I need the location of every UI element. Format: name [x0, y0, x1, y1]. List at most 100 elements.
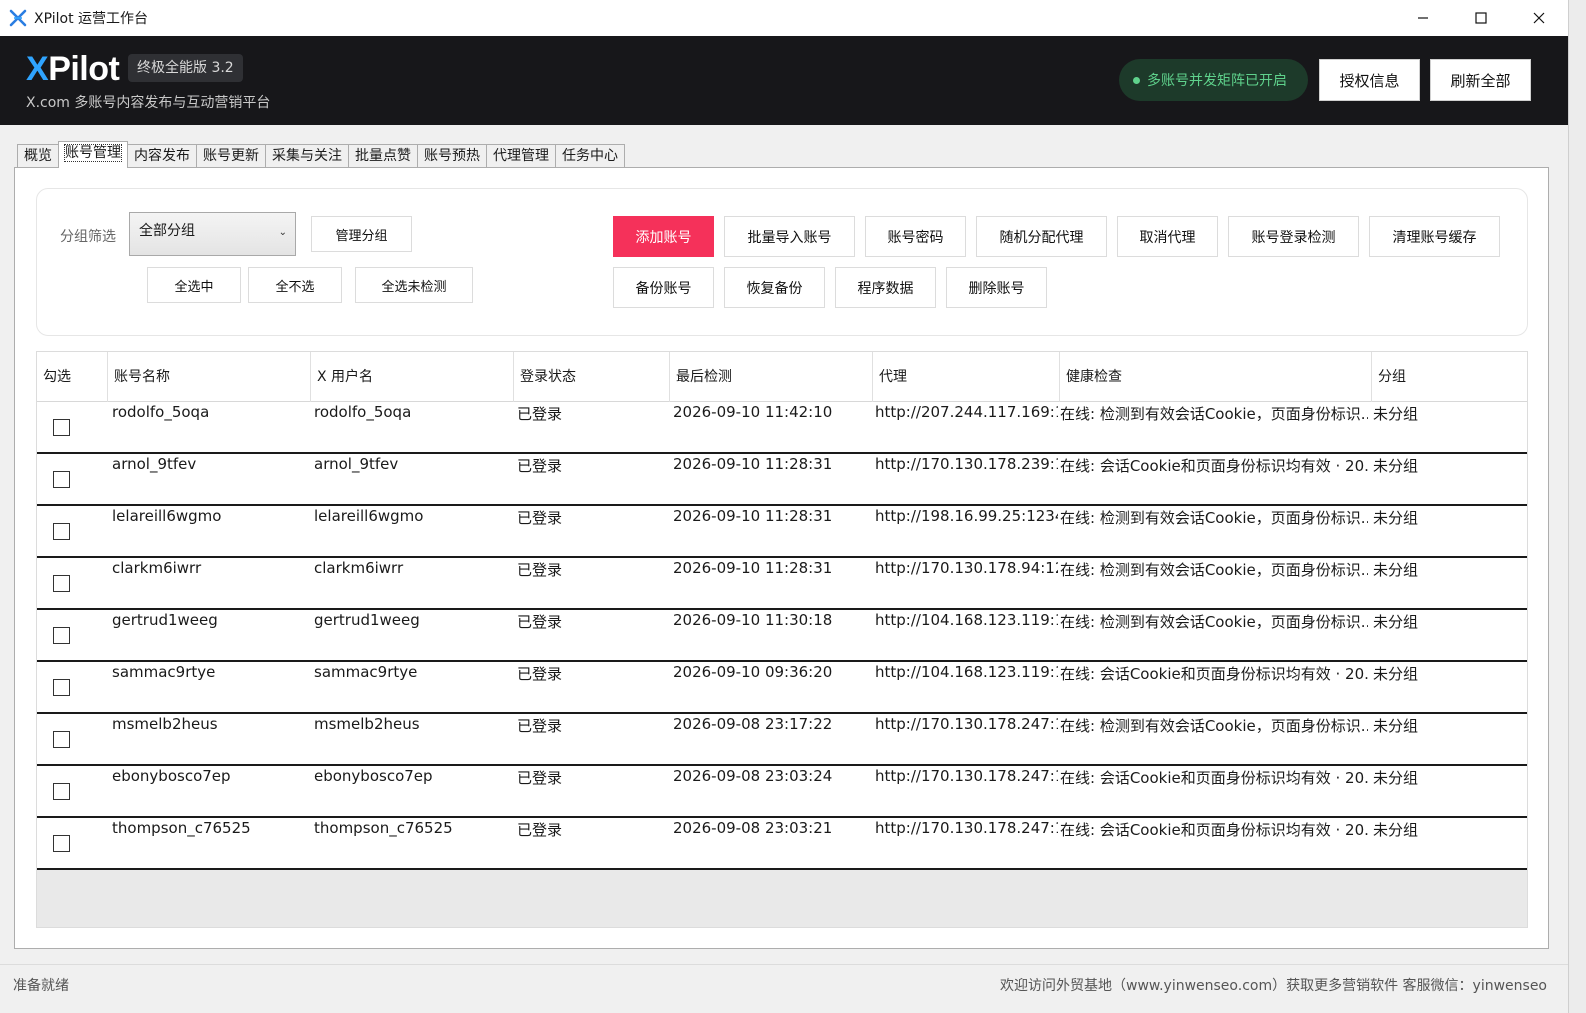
manage-group-button[interactable]: 管理分组	[311, 216, 412, 252]
tab-batch-like[interactable]: 批量点赞	[348, 144, 418, 168]
table-row[interactable]: arnol_9tfev arnol_9tfev 已登录 2026-09-10 11:2…	[37, 454, 1527, 506]
cell-group: 未分组	[1373, 665, 1419, 683]
column-header-group[interactable]: 分组	[1372, 352, 1527, 402]
cell-proxy: http://170.130.178.247:12	[875, 819, 1058, 837]
cell-group: 未分组	[1373, 717, 1419, 735]
main-tabs: 概览 账号管理 内容发布 账号更新 采集与关注 批量点赞 账号预热 代理管理 任…	[17, 141, 625, 168]
checkbox-icon[interactable]	[53, 627, 70, 644]
cell-account-name: arnol_9tfev	[112, 455, 197, 473]
select-none-button[interactable]: 全不选	[248, 267, 342, 303]
cell-health: 在线: 检测到有效会话Cookie，页面身份标识...	[1060, 509, 1368, 527]
column-header-account-name[interactable]: 账号名称	[108, 352, 311, 402]
maximize-icon[interactable]	[1452, 0, 1510, 36]
checkbox-icon[interactable]	[53, 731, 70, 748]
column-header-proxy[interactable]: 代理	[873, 352, 1060, 402]
tab-account-management[interactable]: 账号管理	[58, 141, 128, 168]
checkbox-icon[interactable]	[53, 783, 70, 800]
select-all-button[interactable]: 全选中	[147, 267, 241, 303]
checkbox-icon[interactable]	[53, 575, 70, 592]
cell-health: 在线: 检测到有效会话Cookie，页面身份标识...	[1060, 561, 1368, 579]
cell-account-name: gertrud1weeg	[112, 611, 218, 629]
login-check-button[interactable]: 账号登录检测	[1228, 216, 1359, 257]
group-filter-label: 分组筛选	[60, 229, 116, 245]
table-row[interactable]: gertrud1weeg gertrud1weeg 已登录 2026-09-10 11…	[37, 610, 1527, 662]
table-row[interactable]: ebonybosco7ep ebonybosco7ep 已登录 2026-09-08 …	[37, 766, 1527, 818]
table-row[interactable]: clarkm6iwrr clarkm6iwrr 已登录 2026-09-10 11:2…	[37, 558, 1527, 610]
account-management-panel: 分组筛选 全部分组 ⌄ 管理分组 全选中 全不选 全选未检测 添加账号 批量导入…	[14, 167, 1549, 949]
cell-group: 未分组	[1373, 561, 1419, 579]
minimize-icon[interactable]	[1394, 0, 1452, 36]
close-icon[interactable]	[1510, 0, 1568, 36]
column-header-x-username[interactable]: X 用户名	[311, 352, 514, 402]
checkbox-icon[interactable]	[53, 679, 70, 696]
version-badge: 终极全能版 3.2	[128, 54, 243, 82]
column-header-health[interactable]: 健康检查	[1060, 352, 1372, 402]
cell-health: 在线: 检测到有效会话Cookie，页面身份标识...	[1060, 717, 1368, 735]
cell-x-username: lelareill6wgmo	[314, 507, 424, 525]
status-text-right: 欢迎访问外贸基地（www.yinwenseo.com）获取更多营销软件 客服微信…	[1000, 978, 1547, 994]
account-password-button[interactable]: 账号密码	[865, 216, 966, 257]
cell-account-name: ebonybosco7ep	[112, 767, 231, 785]
checkbox-icon[interactable]	[53, 835, 70, 852]
app-subtitle: X.com 多账号内容发布与互动营销平台	[26, 95, 271, 111]
cell-last-check: 2026-09-08 23:03:24	[673, 767, 833, 785]
tab-overview[interactable]: 概览	[17, 144, 59, 168]
tab-account-warmup[interactable]: 账号预热	[417, 144, 487, 168]
cell-login-status: 已登录	[517, 769, 563, 787]
table-row[interactable]: msmelb2heus msmelb2heus 已登录 2026-09-08 23:1…	[37, 714, 1527, 766]
status-text-left: 准备就绪	[13, 978, 69, 994]
window-controls	[1394, 0, 1568, 36]
cell-login-status: 已登录	[517, 821, 563, 839]
cell-x-username: ebonybosco7ep	[314, 767, 433, 785]
refresh-all-button[interactable]: 刷新全部	[1430, 59, 1531, 101]
program-data-button[interactable]: 程序数据	[835, 267, 936, 308]
cell-group: 未分组	[1373, 769, 1419, 787]
random-proxy-button[interactable]: 随机分配代理	[976, 216, 1107, 257]
cell-group: 未分组	[1373, 405, 1419, 423]
cell-proxy: http://170.130.178.247:12	[875, 715, 1058, 733]
cell-health: 在线: 检测到有效会话Cookie，页面身份标识...	[1060, 405, 1368, 423]
checkbox-icon[interactable]	[53, 419, 70, 436]
column-header-check[interactable]: 勾选	[37, 352, 108, 402]
table-header: 勾选 账号名称 X 用户名 登录状态 最后检测 代理 健康检查 分组	[37, 352, 1527, 402]
tab-proxy-management[interactable]: 代理管理	[486, 144, 556, 168]
cell-last-check: 2026-09-10 11:28:31	[673, 507, 833, 525]
table-row[interactable]: sammac9rtye sammac9rtye 已登录 2026-09-10 09:3…	[37, 662, 1527, 714]
group-filter-select[interactable]: 全部分组 ⌄	[129, 212, 296, 256]
xpilot-app-icon	[9, 9, 27, 27]
backup-account-button[interactable]: 备份账号	[613, 267, 714, 308]
select-unchecked-button[interactable]: 全选未检测	[355, 267, 473, 303]
cell-proxy: http://207.244.117.169:12	[875, 403, 1058, 421]
column-header-last-check[interactable]: 最后检测	[670, 352, 873, 402]
cell-proxy: http://170.130.178.247:12	[875, 767, 1058, 785]
add-account-button[interactable]: 添加账号	[613, 216, 714, 257]
cell-last-check: 2026-09-10 09:36:20	[673, 663, 833, 681]
cell-login-status: 已登录	[517, 509, 563, 527]
cell-login-status: 已登录	[517, 613, 563, 631]
tab-task-center[interactable]: 任务中心	[555, 144, 625, 168]
table-row[interactable]: thompson_c76525 thompson_c76525 已登录 2026-09…	[37, 818, 1527, 870]
cell-account-name: msmelb2heus	[112, 715, 218, 733]
tab-content-publish[interactable]: 内容发布	[127, 144, 197, 168]
restore-backup-button[interactable]: 恢复备份	[724, 267, 825, 308]
concurrency-status-pill: 多账号并发矩阵已开启	[1119, 59, 1308, 101]
column-header-login-status[interactable]: 登录状态	[514, 352, 670, 402]
table-row[interactable]: rodolfo_5oqa rodolfo_5oqa 已登录 2026-09-10 11…	[37, 402, 1527, 454]
checkbox-icon[interactable]	[53, 471, 70, 488]
app-header: XPilot 终极全能版 3.2 X.com 多账号内容发布与互动营销平台 多账…	[0, 36, 1568, 125]
app-logo: XPilot	[26, 50, 120, 88]
license-button[interactable]: 授权信息	[1319, 59, 1420, 101]
batch-import-button[interactable]: 批量导入账号	[724, 216, 855, 257]
delete-account-button[interactable]: 删除账号	[946, 267, 1047, 308]
checkbox-icon[interactable]	[53, 523, 70, 540]
tab-account-update[interactable]: 账号更新	[196, 144, 266, 168]
clear-cache-button[interactable]: 清理账号缓存	[1369, 216, 1500, 257]
cancel-proxy-button[interactable]: 取消代理	[1117, 216, 1218, 257]
cell-proxy: http://198.16.99.25:12345	[875, 507, 1058, 525]
cell-account-name: rodolfo_5oqa	[112, 403, 210, 421]
table-row[interactable]: lelareill6wgmo lelareill6wgmo 已登录 2026-09-1…	[37, 506, 1527, 558]
chevron-down-icon: ⌄	[278, 227, 287, 238]
status-text: 多账号并发矩阵已开启	[1147, 73, 1287, 89]
tab-collect-follow[interactable]: 采集与关注	[265, 144, 349, 168]
toolbar-card: 分组筛选 全部分组 ⌄ 管理分组 全选中 全不选 全选未检测 添加账号 批量导入…	[36, 188, 1528, 336]
